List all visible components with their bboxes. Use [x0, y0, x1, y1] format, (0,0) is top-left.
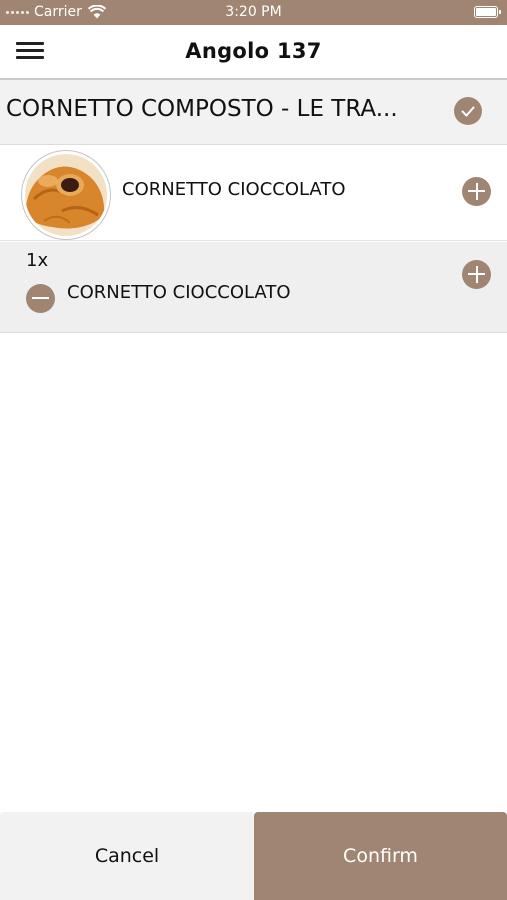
page-title: Angolo 137 [185, 39, 322, 63]
product-title: CORNETTO COMPOSTO - LE TRA... [6, 96, 398, 122]
plus-circle-icon[interactable] [462, 177, 491, 206]
status-time: 3:20 PM [225, 4, 282, 20]
status-bar: Carrier 3:20 PM [0, 0, 507, 25]
navigation-bar: Angolo 137 [0, 25, 507, 80]
option-label: CORNETTO CIOCCOLATO [122, 179, 346, 200]
confirm-button[interactable]: Confirm [254, 812, 507, 900]
minus-circle-icon[interactable] [26, 284, 55, 313]
croissant-chocolate-image [21, 150, 111, 240]
battery-icon [474, 6, 501, 18]
plus-circle-icon[interactable] [462, 260, 491, 289]
checkmark-icon [454, 97, 482, 125]
cancel-button[interactable]: Cancel [0, 812, 254, 900]
selected-item-label: CORNETTO CIOCCOLATO [67, 282, 291, 303]
quantity-label: 1x [26, 250, 49, 271]
product-header: CORNETTO COMPOSTO - LE TRA... [0, 80, 507, 145]
